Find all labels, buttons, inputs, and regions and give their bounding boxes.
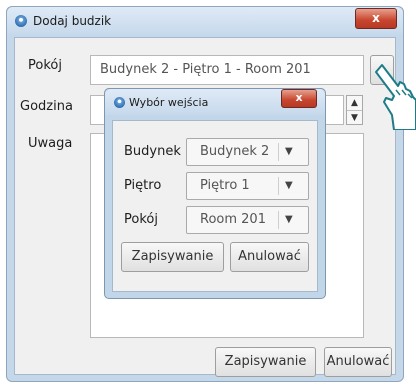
chevron-down-icon[interactable]: ▼ [285, 139, 293, 165]
floor-label: Piętro [124, 178, 162, 193]
dialog-content: Budynek Budynek 2 ▼ Piętro Piętro 1 ▼ Po… [112, 120, 318, 292]
spin-down-icon[interactable]: ▼ [347, 110, 362, 125]
building-select[interactable]: Budynek 2 ▼ [186, 138, 309, 166]
room-value: Room 201 [200, 212, 266, 227]
chevron-down-icon[interactable]: ▼ [285, 173, 293, 199]
room-select[interactable]: Room 201 ▼ [186, 206, 309, 234]
dialog-close-button[interactable]: x [281, 89, 317, 108]
combo-separator [278, 211, 279, 229]
dialog-room-label: Pokój [124, 212, 158, 227]
combo-separator [278, 177, 279, 195]
building-value: Budynek 2 [200, 144, 270, 159]
dialog-title: Wybór wejścia [129, 96, 209, 109]
time-spinner[interactable]: ▲ ▼ [346, 95, 363, 125]
dialog-titlebar: Wybór wejścia x [105, 89, 325, 115]
hand-pointer-icon [375, 64, 416, 130]
app-icon [15, 15, 27, 27]
spin-up-icon[interactable]: ▲ [347, 96, 362, 110]
building-label: Budynek [124, 144, 181, 159]
dialog-save-button[interactable]: Zapisywanie [121, 242, 224, 272]
close-button[interactable]: x [355, 8, 397, 29]
room-field[interactable]: Budynek 2 - Piętro 1 - Room 201 [90, 55, 364, 85]
floor-select[interactable]: Piętro 1 ▼ [186, 172, 309, 200]
save-button[interactable]: Zapisywanie [215, 347, 316, 377]
cancel-button[interactable]: Anulować [324, 347, 392, 377]
dialog-cancel-button[interactable]: Anulować [230, 242, 309, 272]
input-selection-dialog: Wybór wejścia x Budynek Budynek 2 ▼ Pięt… [104, 88, 326, 299]
floor-value: Piętro 1 [200, 178, 250, 193]
room-label: Pokój [28, 58, 62, 73]
chevron-down-icon[interactable]: ▼ [285, 207, 293, 233]
window-titlebar: Dodaj budzik x [7, 7, 403, 35]
dialog-app-icon [114, 97, 125, 108]
window-title: Dodaj budzik [33, 14, 112, 28]
time-label: Godzina [20, 99, 73, 114]
note-label: Uwaga [28, 136, 73, 151]
combo-separator [278, 143, 279, 161]
